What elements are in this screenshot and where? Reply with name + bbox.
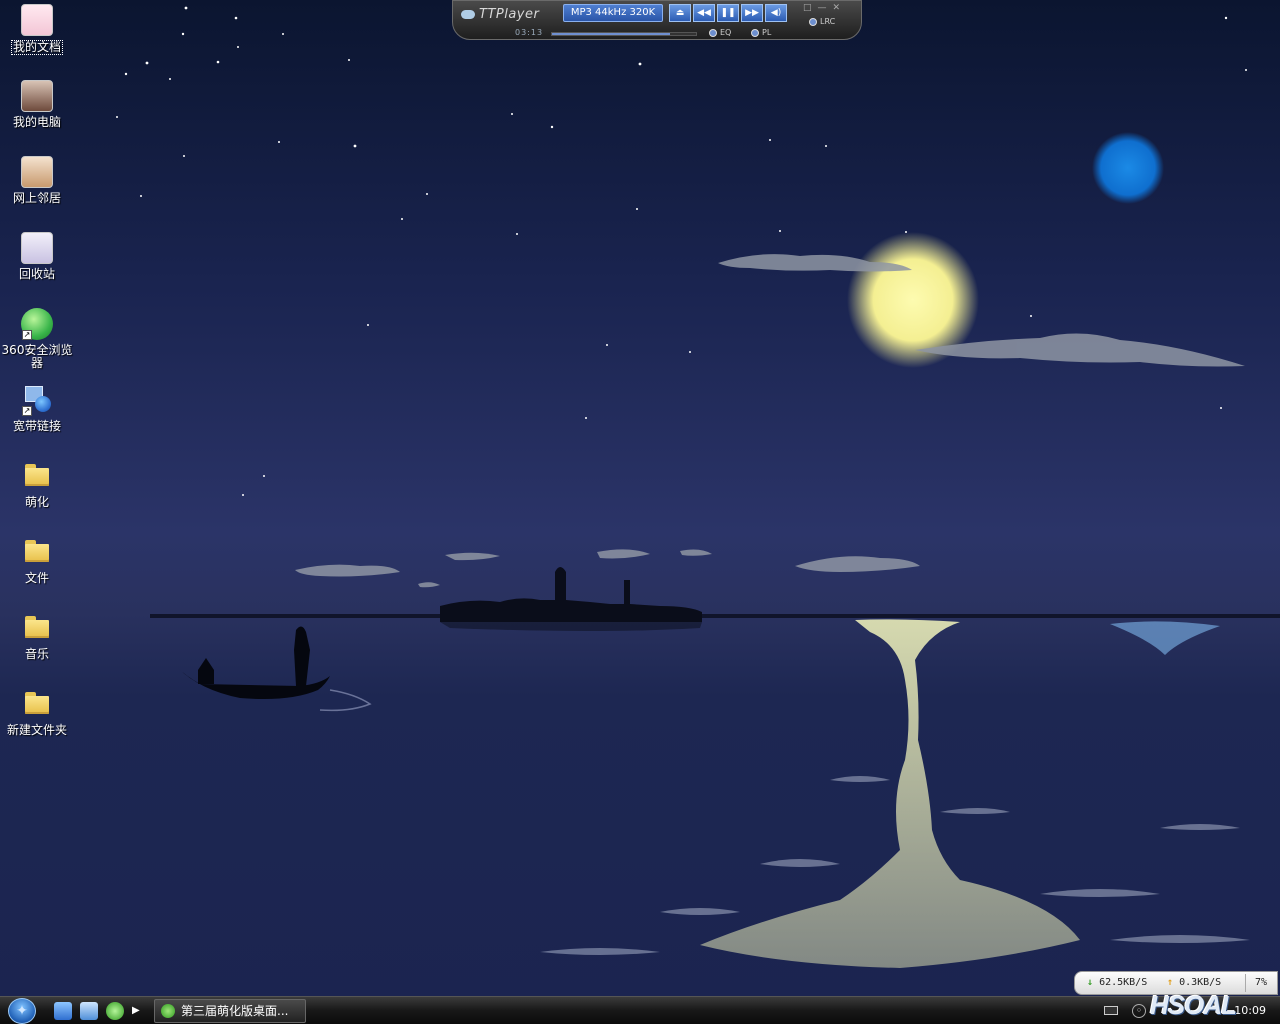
media-icon[interactable]: ▶ (132, 1002, 142, 1020)
network-places-icon (21, 156, 53, 188)
taskbar: ✦ ▶ 第三届萌化版桌面... ◦ 10:09 (0, 996, 1280, 1024)
island (440, 567, 702, 631)
watermark-logo: HSOAL (1150, 990, 1237, 1020)
shortcut-arrow-icon: ↗ (22, 330, 32, 340)
gondola (178, 626, 330, 699)
close-icon[interactable]: ✕ (833, 3, 841, 13)
desktop-icon-label: 音乐 (24, 647, 49, 661)
desktop-icon-my-documents[interactable]: 我的文档 (0, 4, 74, 55)
moon-reflection (700, 619, 1220, 968)
prev-button[interactable]: ◀◀ (693, 4, 715, 22)
desktop-icon-recycle-bin[interactable]: 回收站 (0, 232, 74, 281)
desktop-icon-label: 宽带链接 (12, 419, 61, 433)
player-controls: ⏏ ◀◀ ❚❚ ▶▶ ◀) (669, 4, 787, 22)
my-computer-icon (21, 80, 53, 112)
desktop-icon-label: 新建文件夹 (6, 723, 67, 737)
mute-button[interactable]: ◀) (765, 4, 787, 22)
desktop-show-icon[interactable] (54, 1002, 72, 1020)
broadband-icon: ↗ (21, 384, 53, 416)
clock[interactable]: 10:09 (1234, 1004, 1266, 1017)
download-speed: ↓ 62.5KB/S (1087, 977, 1147, 988)
wallpaper (116, 6, 1280, 968)
folder-icon (21, 688, 53, 720)
restore-icon[interactable]: □ (803, 3, 812, 13)
upload-speed: ↑ 0.3KB/S (1167, 977, 1221, 988)
folder-icon (21, 612, 53, 644)
upload-speed-value: 0.3KB/S (1179, 977, 1222, 988)
desktop-icon-label: 文件 (24, 571, 49, 585)
folder-icon (21, 536, 53, 568)
ie-icon[interactable] (80, 1002, 98, 1020)
desktop-icon-360-browser[interactable]: ↗ 360安全浏览器 (0, 308, 74, 370)
volume-icon[interactable]: ◦ (1132, 1004, 1146, 1018)
eject-button[interactable]: ⏏ (669, 4, 691, 22)
desktop-icon-label: 我的文档 (10, 40, 63, 55)
desktop-icon-broadband[interactable]: ↗ 宽带链接 (0, 384, 74, 433)
player-brand-label: TTPlayer (479, 7, 540, 22)
pl-dot-icon (751, 28, 759, 37)
desktop-icon-label: 萌化 (24, 495, 49, 509)
browser-360-icon: ↗ (21, 308, 53, 340)
start-button[interactable]: ✦ (8, 998, 36, 1024)
eq-dot-icon (709, 28, 717, 37)
desktop-icon-label: 网上邻居 (12, 191, 61, 205)
lrc-dot-icon (809, 17, 817, 26)
desktop-icon-folder-menghua[interactable]: 萌化 (0, 460, 74, 509)
player-window-controls: □ — ✕ (803, 3, 840, 13)
keyboard-icon[interactable] (1104, 1006, 1118, 1015)
playlist-toggle[interactable]: PL (751, 28, 771, 37)
up-arrow-icon: ↑ (1167, 977, 1174, 988)
eq-toggle[interactable]: EQ (709, 28, 731, 37)
down-arrow-icon: ↓ (1087, 977, 1094, 988)
desktop-icon-my-computer[interactable]: 我的电脑 (0, 80, 74, 129)
recycle-bin-icon (21, 232, 53, 264)
desktop-icon-label: 我的电脑 (12, 115, 61, 129)
desktop-icon-label: 回收站 (18, 267, 55, 281)
cloud-icon (461, 10, 475, 19)
play-time: 03:13 (515, 28, 544, 37)
browser-360-task-icon (161, 1004, 175, 1018)
lrc-toggle[interactable]: LRC (809, 17, 835, 26)
taskbar-window-button[interactable]: 第三届萌化版桌面... (154, 999, 306, 1023)
seek-fill (552, 33, 671, 35)
lrc-label: LRC (820, 17, 836, 26)
desktop-icon-new-folder[interactable]: 新建文件夹 (0, 688, 74, 737)
desktop-icon-folder-music[interactable]: 音乐 (0, 612, 74, 661)
refresh-icon[interactable] (106, 1002, 124, 1020)
player-brand: TTPlayer (461, 7, 539, 22)
desktop-icon-network-places[interactable]: 网上邻居 (0, 156, 74, 205)
ttplayer-window[interactable]: TTPlayer MP3 44kHz 320K ⏏ ◀◀ ❚❚ ▶▶ ◀) □ … (452, 0, 862, 40)
next-button[interactable]: ▶▶ (741, 4, 763, 22)
minimize-icon[interactable]: — (818, 3, 827, 13)
shortcut-arrow-icon: ↗ (22, 406, 32, 416)
eq-label: EQ (720, 28, 732, 37)
pause-button[interactable]: ❚❚ (717, 4, 739, 22)
desktop-icon-label: 360安全浏览器 (1, 343, 73, 370)
netmon-divider (1245, 974, 1246, 992)
taskbar-window-label: 第三届萌化版桌面... (181, 1004, 289, 1018)
netmon-percent: 7% (1255, 977, 1268, 988)
my-documents-icon (21, 4, 53, 36)
stars (116, 6, 1247, 496)
clouds (295, 254, 1245, 588)
desktop-icon-folder-files[interactable]: 文件 (0, 536, 74, 585)
blue-moon (1092, 132, 1164, 204)
pl-label: PL (762, 28, 772, 37)
download-speed-value: 62.5KB/S (1099, 977, 1148, 988)
seek-bar[interactable] (551, 32, 697, 36)
folder-icon (21, 460, 53, 492)
player-format: MP3 44kHz 320K (563, 4, 663, 22)
